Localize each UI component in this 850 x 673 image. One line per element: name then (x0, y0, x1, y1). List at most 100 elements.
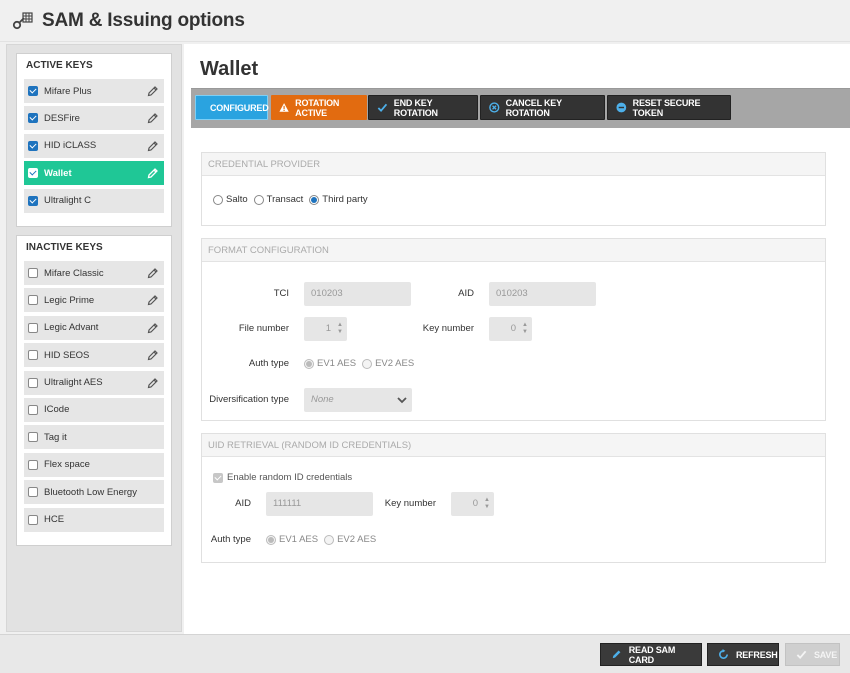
configured-label: CONFIGURED (210, 102, 269, 113)
key-item[interactable]: Mifare Plus (24, 79, 164, 103)
radio-button[interactable] (213, 194, 223, 205)
radio-option[interactable]: EV2 AES (324, 534, 376, 545)
rotation-active-badge: ROTATION ACTIVE (271, 95, 367, 120)
uid-retrieval-section: UID RETRIEVAL (RANDOM ID CREDENTIALS) En… (201, 433, 826, 563)
key-item[interactable]: Mifare Classic (24, 261, 164, 285)
key-label: Legic Advant (44, 322, 99, 334)
radio-option[interactable]: Third party (309, 194, 368, 205)
key-label: DESFire (44, 112, 80, 124)
key-item[interactable]: ICode (24, 397, 164, 422)
reset-secure-token-button[interactable]: RESET SECURE TOKEN (607, 95, 731, 120)
checkbox-checked-icon (213, 472, 223, 483)
diversification-type-value: None (311, 394, 334, 405)
key-item[interactable]: Legic Advant (24, 315, 164, 340)
page-title: Wallet (200, 58, 259, 80)
key-checkbox[interactable] (28, 268, 38, 278)
key-item[interactable]: Flex space (24, 452, 164, 477)
end-key-rotation-button[interactable]: END KEY ROTATION (368, 95, 478, 120)
credential-provider-title: CREDENTIAL PROVIDER (202, 153, 825, 176)
pencil-icon[interactable] (147, 112, 159, 124)
key-checkbox[interactable] (28, 140, 38, 151)
inactive-keys-title: INACTIVE KEYS (26, 242, 103, 253)
key-checkbox[interactable] (28, 459, 38, 470)
radio-option[interactable]: Transact (253, 194, 304, 205)
key-checkbox[interactable] (28, 168, 38, 179)
main-content: Wallet CONFIGURED ROTATION ACTIVE END KE… (184, 44, 850, 634)
cancel-key-rotation-button[interactable]: CANCEL KEY ROTATION (480, 95, 605, 120)
file-number-label: File number (238, 323, 289, 334)
file-number-stepper[interactable]: 1 ▲ ▼ (304, 317, 347, 341)
key-checkbox[interactable] (28, 432, 38, 443)
key-item[interactable]: HID iCLASS (24, 133, 164, 158)
pencil-icon[interactable] (147, 85, 159, 97)
stepper-arrows-icon[interactable]: ▲ ▼ (337, 322, 343, 336)
key-checkbox[interactable] (28, 195, 38, 206)
save-label: SAVE (814, 649, 838, 660)
key-item[interactable]: Legic Prime (24, 288, 164, 313)
radio-button[interactable] (324, 534, 335, 545)
tci-label: TCI (273, 288, 289, 299)
pencil-icon[interactable] (147, 167, 159, 179)
warning-icon (279, 103, 289, 112)
key-checkbox[interactable] (28, 404, 38, 415)
stepper-arrows-icon[interactable]: ▲ ▼ (522, 322, 528, 336)
active-keys-panel: ACTIVE KEYS Mifare Plus DESFire HID iCLASS… (16, 53, 172, 227)
key-item[interactable]: Ultralight C (24, 188, 164, 213)
key-checkbox[interactable] (28, 377, 38, 388)
save-button[interactable]: SAVE (785, 643, 840, 666)
diversification-type-select[interactable]: None (304, 388, 412, 412)
stepper-arrows-icon[interactable]: ▲ ▼ (484, 497, 490, 511)
key-item[interactable]: Wallet (24, 161, 164, 186)
pencil-icon[interactable] (147, 267, 159, 279)
key-item[interactable]: Tag it (24, 425, 164, 450)
radio-option[interactable]: Salto (213, 194, 248, 205)
key-item[interactable]: Ultralight AES (24, 370, 164, 395)
pencil-icon[interactable] (147, 140, 159, 152)
auth-type-label: Auth type (248, 358, 289, 369)
toolbar: CONFIGURED ROTATION ACTIVE END KEY ROTAT… (191, 88, 850, 128)
radio-option[interactable]: EV1 AES (266, 534, 318, 545)
enable-random-id-checkbox[interactable]: Enable random ID credentials (213, 472, 352, 483)
radio-button[interactable] (362, 358, 373, 369)
key-checkbox[interactable] (28, 487, 38, 498)
radio-button[interactable] (266, 534, 276, 545)
key-checkbox[interactable] (28, 113, 38, 124)
radio-option[interactable]: EV1 AES (304, 358, 356, 369)
end-key-rotation-label: END KEY ROTATION (393, 97, 438, 118)
radio-label: Transact (266, 194, 304, 205)
pencil-icon[interactable] (147, 349, 159, 361)
key-checkbox[interactable] (28, 295, 38, 306)
key-checkbox[interactable] (28, 514, 38, 525)
pencil-icon[interactable] (147, 377, 159, 389)
key-label: Ultralight AES (44, 377, 103, 389)
radio-button[interactable] (309, 194, 320, 205)
key-item[interactable]: HID SEOS (24, 343, 164, 368)
footer: READ SAM CARD REFRESH SAVE (0, 634, 850, 673)
key-number-stepper[interactable]: 0 ▲ ▼ (489, 317, 532, 341)
uid-key-number-stepper[interactable]: 0 ▲ ▼ (451, 492, 494, 516)
aid-input[interactable]: 010203 (489, 282, 596, 306)
radio-button[interactable] (253, 194, 264, 205)
tci-input[interactable]: 010203 (304, 282, 411, 306)
key-checkbox[interactable] (28, 350, 38, 361)
key-item[interactable]: Bluetooth Low Energy (24, 480, 164, 505)
key-item[interactable]: HCE (24, 507, 164, 532)
key-grid-icon (12, 11, 33, 29)
key-checkbox[interactable] (28, 322, 38, 333)
pencil-icon[interactable] (147, 294, 159, 306)
key-checkbox[interactable] (28, 86, 38, 96)
pencil-icon[interactable] (147, 322, 159, 334)
radio-label: EV2 AES (337, 534, 377, 545)
check-icon (377, 103, 388, 112)
key-label: Wallet (44, 167, 72, 179)
radio-button[interactable] (304, 358, 314, 369)
refresh-icon (719, 649, 728, 659)
key-item[interactable]: DESFire (24, 106, 164, 131)
refresh-button[interactable]: REFRESH (707, 643, 779, 666)
read-sam-card-button[interactable]: READ SAM CARD (600, 643, 702, 666)
uid-aid-input[interactable]: 111111 (266, 492, 373, 516)
key-label: Ultralight C (44, 195, 91, 207)
cancel-circle-icon (489, 102, 500, 113)
radio-option[interactable]: EV2 AES (362, 358, 414, 369)
reset-secure-token-label: RESET SECURE TOKEN (632, 97, 701, 118)
